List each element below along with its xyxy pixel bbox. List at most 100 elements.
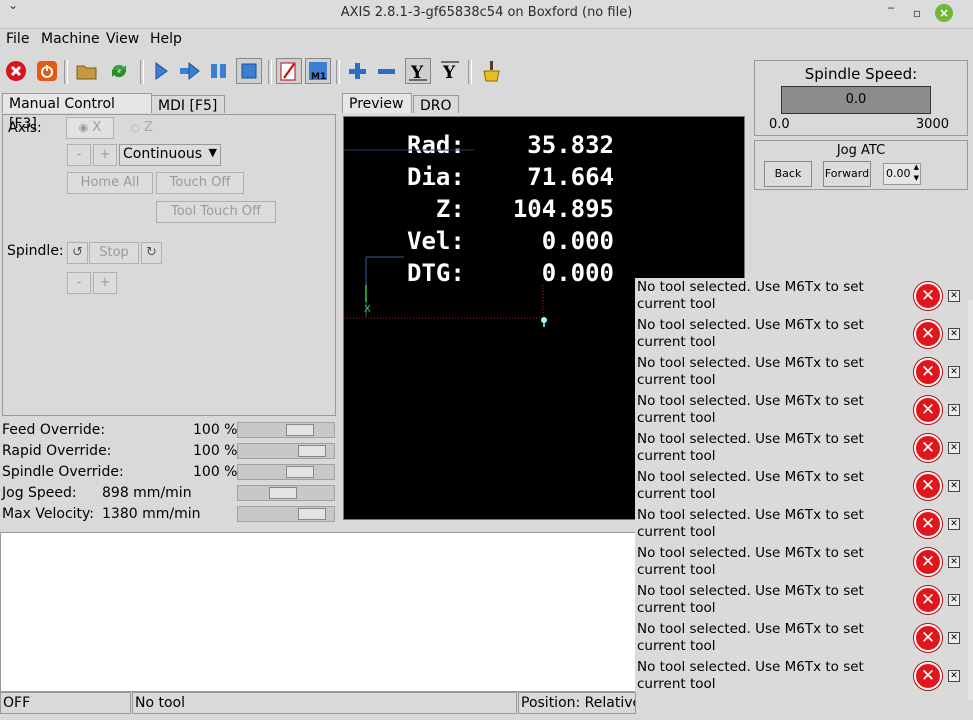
background-window-edge <box>968 300 973 700</box>
notification-close-icon[interactable]: ✕ <box>948 518 960 530</box>
jog-atc-panel: Jog ATC Back Forward 0.00 ▲ ▼ <box>754 140 968 190</box>
svg-text:Y: Y <box>442 63 456 82</box>
notification-close-icon[interactable]: ✕ <box>948 594 960 606</box>
spindle-label: Spindle: <box>7 243 64 259</box>
clear-plot-icon[interactable] <box>478 58 504 84</box>
notification-close-icon[interactable]: ✕ <box>948 556 960 568</box>
jog-mode-select[interactable]: Continuous ▼ <box>119 144 221 166</box>
max-velocity-slider[interactable] <box>237 506 335 522</box>
status-state: OFF <box>0 692 131 714</box>
chevron-down-icon: ▼ <box>208 146 217 159</box>
spindle-speed-bar: 0.0 <box>781 86 931 114</box>
notification-message: No tool selected. Use M6Tx to set curren… <box>637 507 864 540</box>
tab-manual-control[interactable]: Manual Control [F3] <box>2 93 152 132</box>
menu-machine[interactable]: Machine <box>41 31 100 47</box>
view-y-icon[interactable]: Y <box>405 58 431 84</box>
pause-icon[interactable] <box>206 58 232 84</box>
axis-x-radio[interactable]: ◉ X <box>66 117 114 139</box>
menu-bar: File Machine View Help <box>0 28 973 52</box>
notification-message: No tool selected. Use M6Tx to set curren… <box>637 431 864 464</box>
zoom-in-icon[interactable] <box>344 58 370 84</box>
notification-close-icon[interactable]: ✕ <box>948 480 960 492</box>
menu-help[interactable]: Help <box>150 31 182 47</box>
spindle-ccw-icon[interactable]: ↺ <box>67 242 88 264</box>
jog-speed-label: Jog Speed: <box>2 485 77 501</box>
run-icon[interactable] <box>148 58 174 84</box>
slider-thumb[interactable] <box>298 445 326 457</box>
notification-close-icon[interactable]: ✕ <box>948 366 960 378</box>
reload-icon[interactable] <box>106 58 132 84</box>
jog-atc-forward-button[interactable]: Forward <box>823 161 871 187</box>
slider-thumb[interactable] <box>286 424 314 436</box>
spindle-override-slider[interactable] <box>237 464 335 480</box>
notification: No tool selected. Use M6Tx to set curren… <box>635 468 968 506</box>
notification: No tool selected. Use M6Tx to set curren… <box>635 620 968 658</box>
axis-z-radio[interactable]: ○ Z <box>131 120 153 135</box>
notification-close-icon[interactable]: ✕ <box>948 632 960 644</box>
error-icon: ✕ <box>914 548 942 576</box>
notification-close-icon[interactable]: ✕ <box>948 404 960 416</box>
stop-icon[interactable] <box>236 58 262 84</box>
status-position: Position: Relative Actual <box>518 692 636 714</box>
spindle-minus-button[interactable]: - <box>67 272 91 294</box>
jog-atc-spinbox[interactable]: 0.00 ▲ ▼ <box>883 163 921 185</box>
restore-icon[interactable]: ▫ <box>908 4 926 22</box>
minimize-icon[interactable]: ‾ <box>882 4 900 22</box>
notification-message: No tool selected. Use M6Tx to set curren… <box>637 355 864 388</box>
slider-thumb[interactable] <box>286 466 314 478</box>
spin-up-icon[interactable]: ▲ <box>914 163 919 171</box>
rapid-override-slider[interactable] <box>237 443 335 459</box>
tab-preview[interactable]: Preview <box>342 93 412 113</box>
error-icon: ✕ <box>914 396 942 424</box>
notification-close-icon[interactable]: ✕ <box>948 670 960 682</box>
jog-atc-title: Jog ATC <box>836 143 886 158</box>
estop-icon[interactable] <box>3 58 29 84</box>
close-window-icon[interactable]: × <box>935 4 953 22</box>
gcode-text-area[interactable] <box>0 532 636 692</box>
error-icon: ✕ <box>914 320 942 348</box>
spindle-speed-max: 3000 <box>915 117 949 132</box>
tab-dro[interactable]: DRO <box>413 95 459 114</box>
notification-message: No tool selected. Use M6Tx to set curren… <box>637 317 864 350</box>
notification: No tool selected. Use M6Tx to set curren… <box>635 392 968 430</box>
optional-stop-icon[interactable]: M1 <box>305 58 331 84</box>
step-icon[interactable] <box>177 58 203 84</box>
notification: No tool selected. Use M6Tx to set curren… <box>635 582 968 620</box>
menu-view[interactable]: View <box>106 31 139 47</box>
jog-speed-slider[interactable] <box>237 485 335 501</box>
jog-plus-button[interactable]: + <box>93 144 117 166</box>
toolbar: M1 Y Y <box>0 56 750 88</box>
spin-down-icon[interactable]: ▼ <box>914 174 919 182</box>
machine-power-icon[interactable] <box>34 58 60 84</box>
notification-close-icon[interactable]: ✕ <box>948 442 960 454</box>
notification-close-icon[interactable]: ✕ <box>948 328 960 340</box>
notification-close-icon[interactable]: ✕ <box>948 290 960 302</box>
jog-minus-button[interactable]: - <box>67 144 91 166</box>
block-delete-icon[interactable] <box>276 58 302 84</box>
notification: No tool selected. Use M6Tx to set curren… <box>635 316 968 354</box>
error-icon: ✕ <box>914 624 942 652</box>
slider-thumb[interactable] <box>269 487 297 499</box>
jog-atc-back-button[interactable]: Back <box>764 161 812 187</box>
status-tool: No tool <box>132 692 517 714</box>
tab-mdi[interactable]: MDI [F5] <box>151 95 225 114</box>
touch-off-button[interactable]: Touch Off <box>156 172 244 194</box>
spindle-stop-button[interactable]: Stop <box>89 242 139 264</box>
error-icon: ✕ <box>914 662 942 690</box>
notification-message: No tool selected. Use M6Tx to set curren… <box>637 621 864 654</box>
feed-override-label: Feed Override: <box>2 422 106 438</box>
feed-override-slider[interactable] <box>237 422 335 438</box>
notification-message: No tool selected. Use M6Tx to set curren… <box>637 393 864 426</box>
notification: No tool selected. Use M6Tx to set curren… <box>635 544 968 582</box>
spindle-plus-button[interactable]: + <box>93 272 117 294</box>
view-y2-icon[interactable]: Y <box>437 58 463 84</box>
feed-override-value: 100 % <box>193 422 238 438</box>
menu-file[interactable]: File <box>6 31 29 47</box>
tool-touch-off-button[interactable]: Tool Touch Off <box>156 201 276 223</box>
home-all-button[interactable]: Home All <box>67 172 153 194</box>
zoom-out-icon[interactable] <box>373 58 399 84</box>
open-file-icon[interactable] <box>74 58 100 84</box>
slider-thumb[interactable] <box>298 508 326 520</box>
spindle-cw-icon[interactable]: ↻ <box>141 242 162 264</box>
notification-message: No tool selected. Use M6Tx to set curren… <box>637 469 864 502</box>
